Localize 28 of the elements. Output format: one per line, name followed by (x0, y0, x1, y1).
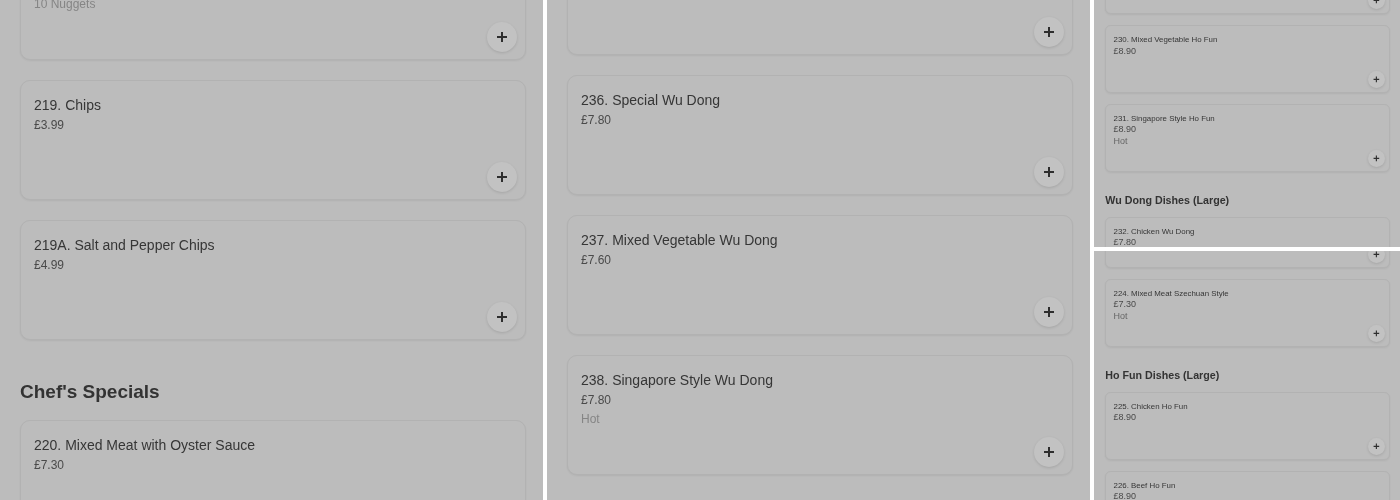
item-price: £8.90 (1113, 45, 1138, 57)
section-heading: Chef's Specials (20, 380, 161, 404)
item-name: 219A. Salt and Pepper Chips (34, 236, 216, 255)
item-name: 237. Mixed Vegetable Wu Dong (581, 231, 779, 250)
item-note: Hot (1113, 310, 1129, 321)
item-name: 219. Chips (34, 96, 102, 115)
item-note: Hot (1113, 135, 1129, 146)
item-price: £3.99 (34, 117, 66, 134)
menu-item-card[interactable]: 220. Mixed Meat with Oyster Sauce £7.30 (20, 420, 526, 500)
item-name: 220. Mixed Meat with Oyster Sauce (34, 436, 256, 455)
menu-item-card[interactable]: 219. Chips £3.99 (20, 80, 526, 200)
menu-item-card[interactable]: 237. Mixed Vegetable Wu Dong £7.60 (567, 215, 1073, 335)
section-heading: Ho Fun Dishes (Large) (1105, 368, 1221, 384)
item-price: £8.90 (1113, 124, 1138, 136)
menu-item-card[interactable]: 219A. Salt and Pepper Chips £4.99 (20, 220, 526, 340)
item-price: £7.60 (581, 252, 613, 269)
item-name: 238. Singapore Style Wu Dong (581, 371, 774, 390)
item-price: £7.80 (581, 392, 613, 409)
item-price: £4.99 (34, 257, 66, 274)
item-price: £7.80 (1113, 237, 1138, 247)
item-price: £7.30 (1113, 299, 1138, 311)
item-price: £8.90 (1113, 412, 1138, 424)
item-price: £7.30 (34, 457, 66, 474)
item-name: 236. Special Wu Dong (581, 91, 722, 110)
item-price: £8.90 (1113, 490, 1138, 500)
item-price: £7.80 (581, 112, 613, 129)
section-heading: Wu Dong Dishes (Large) (1105, 193, 1231, 209)
menu-item-card[interactable]: 236. Special Wu Dong £7.80 (567, 75, 1073, 195)
